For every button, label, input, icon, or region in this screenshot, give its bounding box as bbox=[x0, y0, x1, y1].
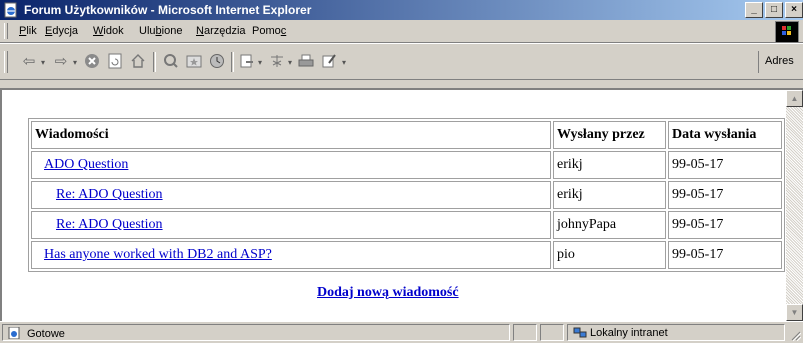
header-sender: Wysłany przez bbox=[553, 121, 666, 149]
scroll-down-button[interactable]: ▼ bbox=[786, 304, 803, 321]
ie-logo-icon bbox=[775, 21, 799, 43]
table-row: Re: ADO Question erikj 99-05-17 bbox=[31, 181, 782, 209]
vertical-scrollbar[interactable]: ▲ ▼ bbox=[786, 90, 803, 321]
status-panel-main: Gotowe bbox=[2, 324, 510, 341]
window-title: Forum Użytkowników - Microsoft Internet … bbox=[24, 3, 312, 17]
forum-table: Wiadomości Wysłany przez Data wysłania A… bbox=[28, 118, 785, 272]
message-cell: Has anyone worked with DB2 and ASP? bbox=[31, 241, 551, 269]
status-panel-secure bbox=[540, 324, 564, 341]
sender-cell: johnyPapa bbox=[553, 211, 666, 239]
header-messages: Wiadomości bbox=[31, 121, 551, 149]
toolbar-separator bbox=[231, 52, 234, 72]
header-date: Data wysłania bbox=[668, 121, 782, 149]
menu-tools[interactable]: Narzędzia bbox=[196, 25, 246, 37]
date-cell: 99-05-17 bbox=[668, 241, 782, 269]
message-link[interactable]: Has anyone worked with DB2 and ASP? bbox=[44, 247, 272, 262]
back-icon[interactable]: ⇦ bbox=[20, 52, 38, 70]
scroll-up-button[interactable]: ▲ bbox=[786, 90, 803, 107]
menu-help[interactable]: Pomoc bbox=[252, 25, 286, 37]
message-link[interactable]: ADO Question bbox=[44, 157, 128, 172]
status-text: Gotowe bbox=[27, 328, 65, 340]
menu-favorites[interactable]: Ulubione bbox=[139, 25, 182, 37]
status-panel-progress bbox=[513, 324, 537, 341]
message-link[interactable]: Re: ADO Question bbox=[56, 217, 163, 232]
menu-bar: Plik Edycja Widok Ulubione Narzędzia Pom… bbox=[0, 20, 803, 43]
resize-grip-icon[interactable] bbox=[789, 329, 801, 341]
refresh-icon[interactable] bbox=[106, 52, 124, 70]
maximize-button[interactable]: □ bbox=[765, 2, 783, 18]
date-cell: 99-05-17 bbox=[668, 151, 782, 179]
zone-text: Lokalny intranet bbox=[590, 327, 668, 339]
sender-cell: erikj bbox=[553, 181, 666, 209]
table-row: Has anyone worked with DB2 and ASP? pio … bbox=[31, 241, 782, 269]
encoding-icon[interactable] bbox=[268, 52, 286, 70]
sender-cell: pio bbox=[553, 241, 666, 269]
toolbar-separator bbox=[153, 52, 156, 72]
page-content: Wiadomości Wysłany przez Data wysłania A… bbox=[0, 88, 803, 321]
standard-toolbar: ⇦ ▾ ⇨ ▾ ▾ ▾ ▾ Adres bbox=[0, 43, 803, 80]
favorites-icon[interactable] bbox=[185, 52, 203, 70]
address-label: Adres bbox=[765, 55, 794, 67]
back-dropdown-icon[interactable]: ▾ bbox=[41, 58, 45, 67]
toolbar-grip[interactable] bbox=[4, 51, 8, 73]
status-panel-zone: Lokalny intranet bbox=[567, 324, 785, 341]
menu-view[interactable]: Widok bbox=[93, 25, 124, 37]
home-icon[interactable] bbox=[129, 52, 147, 70]
search-icon[interactable] bbox=[162, 52, 180, 70]
close-button[interactable]: × bbox=[785, 2, 803, 18]
encoding-dropdown-icon[interactable]: ▾ bbox=[288, 58, 292, 67]
add-message-link[interactable]: Dodaj nową wiadomość bbox=[317, 285, 459, 301]
stop-icon[interactable] bbox=[83, 52, 101, 70]
menu-file[interactable]: Plik bbox=[19, 25, 37, 37]
menubar-grip[interactable] bbox=[4, 23, 8, 39]
date-cell: 99-05-17 bbox=[668, 211, 782, 239]
status-bar: Gotowe Lokalny intranet bbox=[0, 321, 803, 343]
intranet-icon bbox=[573, 327, 587, 338]
forward-icon[interactable]: ⇨ bbox=[52, 52, 70, 70]
print-icon[interactable] bbox=[297, 52, 315, 70]
menu-edit[interactable]: Edycja bbox=[45, 25, 78, 37]
history-icon[interactable] bbox=[208, 52, 226, 70]
table-row: ADO Question erikj 99-05-17 bbox=[31, 151, 782, 179]
edit-icon[interactable] bbox=[320, 52, 338, 70]
message-link[interactable]: Re: ADO Question bbox=[56, 187, 163, 202]
mail-icon[interactable] bbox=[238, 52, 256, 70]
ie-page-icon bbox=[4, 2, 17, 18]
forward-dropdown-icon[interactable]: ▾ bbox=[73, 58, 77, 67]
title-bar: Forum Użytkowników - Microsoft Internet … bbox=[0, 0, 803, 20]
edit-dropdown-icon[interactable]: ▾ bbox=[342, 58, 346, 67]
message-cell: Re: ADO Question bbox=[31, 211, 551, 239]
page-icon bbox=[8, 327, 20, 339]
message-cell: ADO Question bbox=[31, 151, 551, 179]
mail-dropdown-icon[interactable]: ▾ bbox=[258, 58, 262, 67]
date-cell: 99-05-17 bbox=[668, 181, 782, 209]
minimize-button[interactable]: _ bbox=[745, 2, 763, 18]
table-header-row: Wiadomości Wysłany przez Data wysłania bbox=[31, 121, 782, 149]
table-row: Re: ADO Question johnyPapa 99-05-17 bbox=[31, 211, 782, 239]
address-bar[interactable]: Adres bbox=[758, 51, 803, 73]
sender-cell: erikj bbox=[553, 151, 666, 179]
message-cell: Re: ADO Question bbox=[31, 181, 551, 209]
